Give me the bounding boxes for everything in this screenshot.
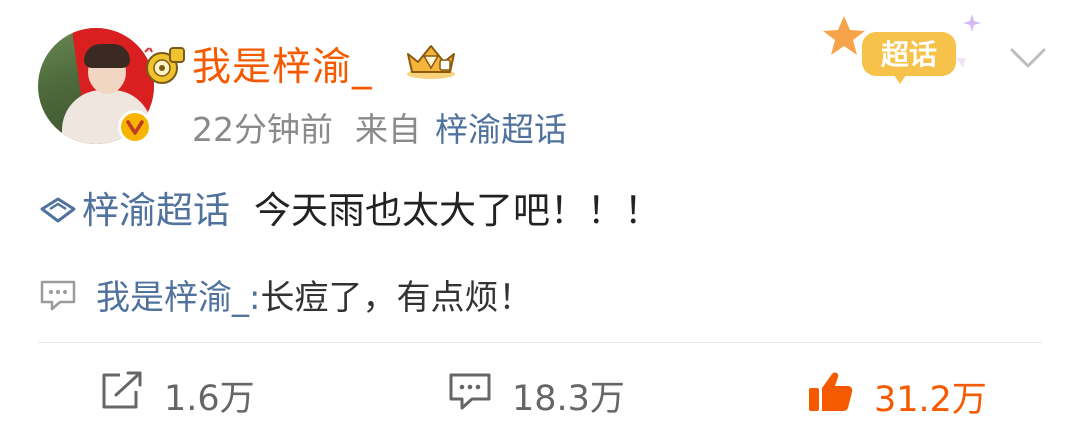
super-topic-diamond-icon — [38, 191, 78, 234]
super-topic-badge[interactable]: 超话 — [822, 10, 992, 94]
like-count: 31.2万 — [874, 380, 987, 420]
verified-v-icon — [118, 110, 152, 144]
thumbs-up-icon — [806, 370, 854, 423]
comment-text: 长痘了，有点烦！ — [260, 278, 533, 318]
topic-link[interactable]: 梓渝超话 — [82, 189, 230, 232]
avatar-container[interactable] — [38, 28, 185, 148]
repost-count: 1.6万 — [164, 379, 255, 419]
member-crown-badge-icon[interactable] — [402, 40, 460, 84]
comment-icon — [448, 371, 492, 420]
like-button[interactable]: 31.2万 — [806, 370, 987, 423]
post-time: 22分钟前 — [192, 110, 333, 149]
repost-icon — [100, 371, 144, 420]
comment-user[interactable]: 我是梓渝_ — [96, 278, 249, 318]
top-comment[interactable]: 我是梓渝_:长痘了，有点烦！ — [38, 270, 532, 321]
comment-count: 18.3万 — [512, 379, 625, 419]
author-name[interactable]: 我是梓渝_ — [192, 36, 373, 92]
super-topic-badge-label: 超话 — [881, 38, 937, 71]
repost-button[interactable]: 1.6万 — [100, 370, 255, 421]
comment-bubble-icon — [38, 278, 78, 321]
comment-colon: : — [249, 278, 261, 318]
comment-button[interactable]: 18.3万 — [448, 370, 625, 421]
source-link[interactable]: 梓渝超话 — [435, 110, 567, 149]
chevron-down-icon[interactable] — [1008, 46, 1048, 74]
post-text: 今天雨也太大了吧！！！ — [254, 189, 661, 232]
post-content: 梓渝超话 今天雨也太大了吧！！！ — [38, 180, 661, 234]
anniversary-badge-icon — [142, 44, 190, 92]
post-meta: 22分钟前 来自 梓渝超话 — [192, 103, 567, 151]
from-label: 来自 — [355, 110, 421, 149]
divider — [38, 342, 1042, 343]
